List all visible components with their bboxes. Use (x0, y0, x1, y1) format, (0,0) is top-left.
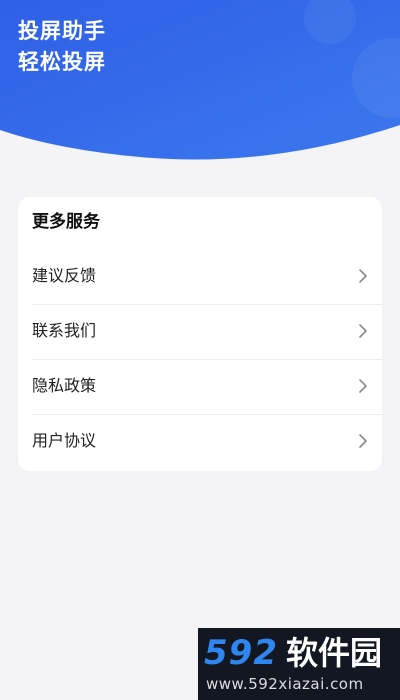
menu-item-label: 建议反馈 (32, 266, 97, 285)
menu-item-contact-us[interactable]: 联系我们 (18, 304, 382, 359)
watermark-number: 592 (204, 633, 278, 673)
menu-item-privacy-policy[interactable]: 隐私政策 (18, 359, 382, 414)
services-menu: 建议反馈 联系我们 隐私政策 用户协议 (18, 249, 382, 469)
watermark-name: 软件园 (286, 634, 383, 672)
chevron-right-icon (359, 434, 367, 448)
menu-item-label: 隐私政策 (32, 376, 97, 395)
section-title: 更多服务 (32, 212, 100, 232)
app-title: 投屏助手 (18, 19, 106, 43)
chevron-right-icon (359, 269, 367, 283)
chevron-right-icon (359, 324, 367, 338)
menu-item-label: 用户协议 (32, 431, 97, 450)
more-services-card: 更多服务 建议反馈 联系我们 隐私政策 用户协议 (18, 197, 382, 471)
site-watermark: 592 软件园 www.592xiazai.com (198, 628, 400, 700)
menu-item-feedback[interactable]: 建议反馈 (18, 249, 382, 304)
header-banner: 投屏助手 轻松投屏 (0, 0, 400, 165)
chevron-right-icon (359, 379, 367, 393)
app-subtitle: 轻松投屏 (18, 50, 106, 74)
menu-item-user-agreement[interactable]: 用户协议 (18, 414, 382, 469)
watermark-url: www.592xiazai.com (206, 675, 364, 693)
menu-item-label: 联系我们 (32, 321, 97, 340)
